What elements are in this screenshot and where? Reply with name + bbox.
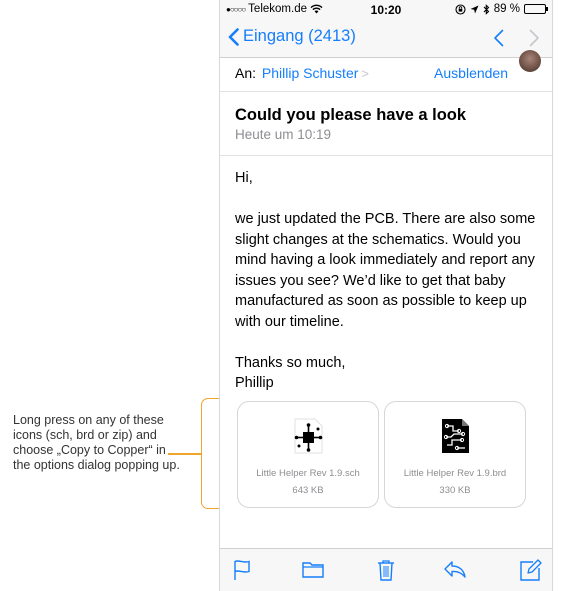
body-paragraph: we just updated the PCB. There are also … (235, 211, 536, 330)
signature: Phillip (235, 375, 274, 391)
previous-message-icon[interactable] (493, 29, 504, 47)
back-button[interactable]: Eingang (2413) (228, 27, 356, 46)
navigation-bar: Eingang (2413) (220, 20, 552, 58)
greeting: Hi, (235, 170, 253, 186)
battery-icon (524, 4, 548, 14)
message-date: Heute um 10:19 (235, 127, 332, 142)
to-label: An: (235, 65, 257, 81)
chevron-right-icon: > (361, 66, 369, 81)
recipient-row: An: Phillip Schuster > Ausblenden (220, 50, 552, 92)
back-button-label: Eingang (2413) (243, 27, 356, 45)
attachment-name: Little Helper Rev 1.9.sch (256, 468, 360, 479)
flag-icon[interactable] (233, 559, 251, 581)
next-message-icon (529, 29, 539, 47)
attachment-brd[interactable]: Little Helper Rev 1.9.brd 330 KB (384, 401, 526, 508)
chevron-left-icon (228, 27, 239, 46)
instruction-annotation: Long press on any of these icons (sch, b… (13, 413, 180, 472)
schematic-file-icon (294, 418, 323, 454)
trash-icon[interactable] (377, 559, 395, 581)
phone-screen: ●○○○○ Telekom.de 10:20 89 % Eingang (241… (219, 0, 553, 591)
orientation-lock-icon (455, 3, 466, 15)
message-header: Could you please have a look Heute um 10… (220, 92, 552, 156)
attachment-name: Little Helper Rev 1.9.brd (403, 468, 507, 479)
location-icon (470, 5, 479, 13)
hide-details-link[interactable]: Ausblenden (434, 65, 508, 81)
recipient-name[interactable]: Phillip Schuster (262, 65, 359, 81)
message-body: Hi, we just updated the PCB. There are a… (235, 168, 545, 394)
bottom-toolbar (220, 548, 552, 591)
message-subject: Could you please have a look (235, 106, 467, 124)
sender-avatar[interactable] (519, 50, 541, 72)
annotation-bracket (201, 398, 219, 509)
battery-percentage: 89 % (493, 3, 520, 15)
status-bar: ●○○○○ Telekom.de 10:20 89 % (220, 0, 552, 20)
compose-icon[interactable] (520, 559, 542, 581)
recipient-line: An: Phillip Schuster > (235, 65, 369, 81)
closing: Thanks so much, (235, 354, 346, 371)
attachment-size: 643 KB (292, 485, 324, 496)
board-file-icon (442, 419, 469, 453)
attachment-size: 330 KB (439, 485, 471, 496)
annotation-connector (168, 453, 202, 455)
attachments-list: Little Helper Rev 1.9.sch 643 KB Little … (237, 401, 526, 508)
folder-icon[interactable] (302, 559, 324, 579)
reply-icon[interactable] (443, 559, 467, 579)
attachment-sch[interactable]: Little Helper Rev 1.9.sch 643 KB (237, 401, 379, 508)
bluetooth-icon (483, 3, 490, 15)
